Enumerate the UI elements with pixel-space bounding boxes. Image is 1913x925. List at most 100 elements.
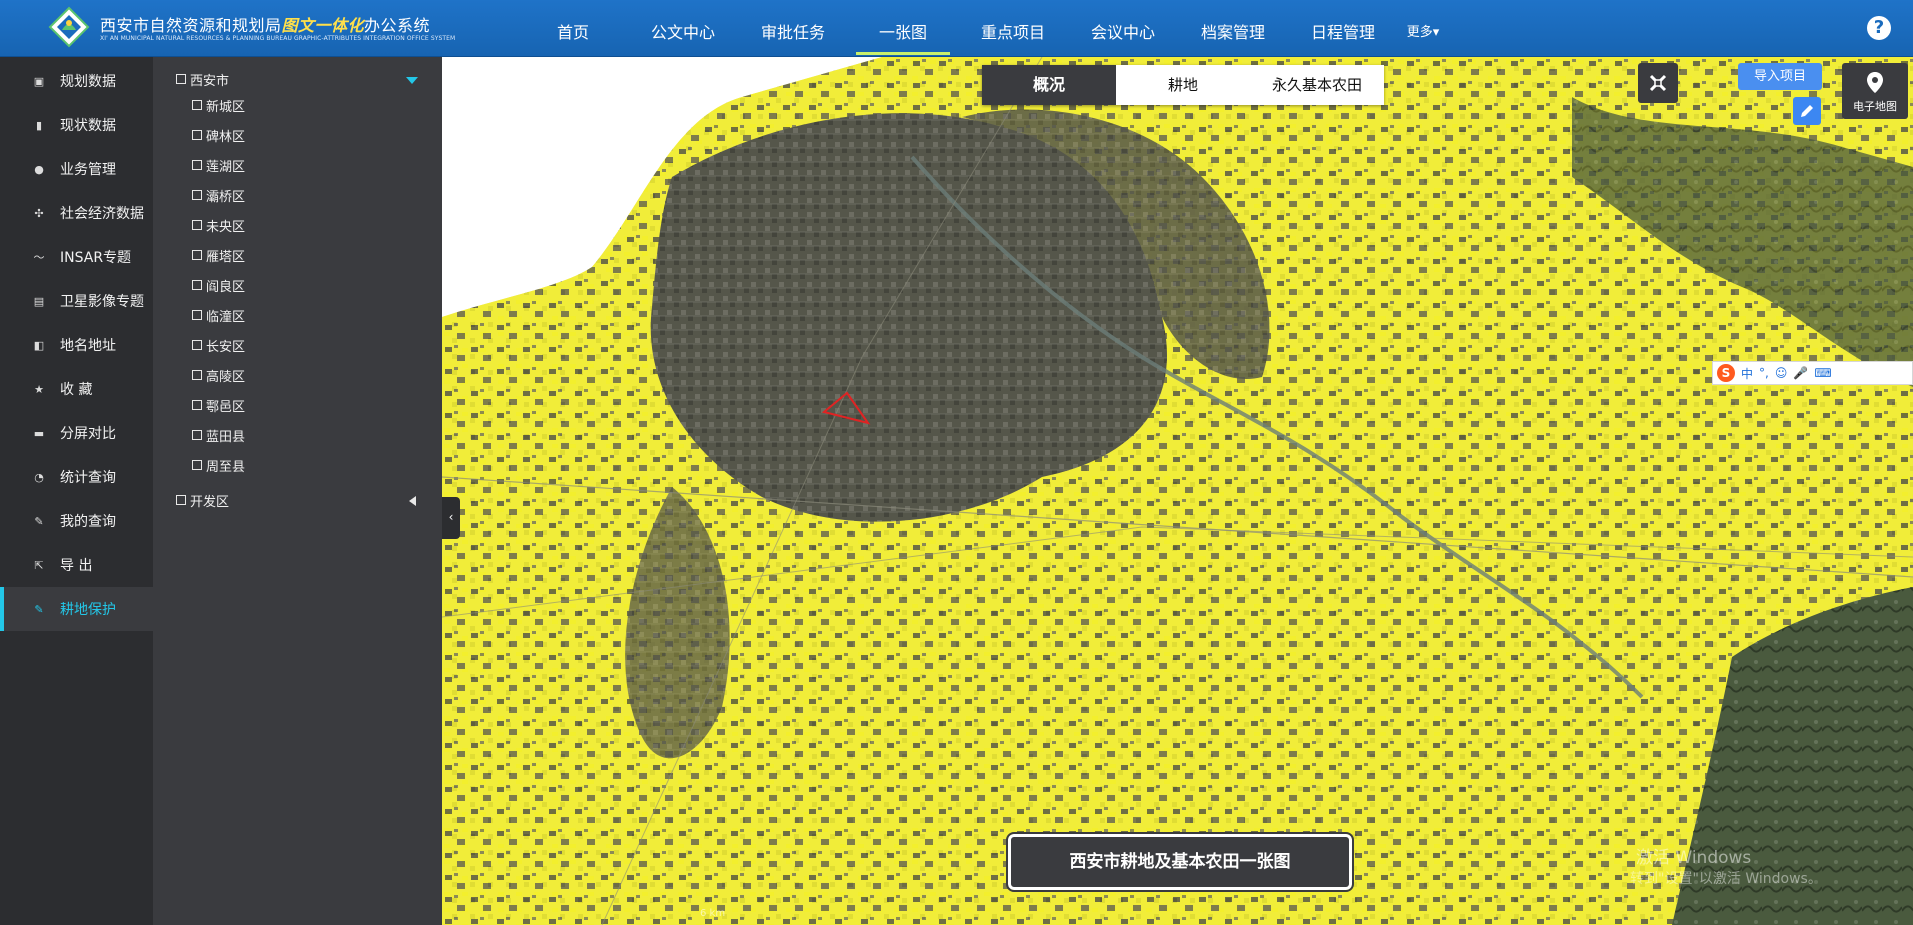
tree-checkbox[interactable] (192, 130, 202, 140)
import-project-button[interactable]: 导入项目 (1738, 63, 1822, 90)
tab-farmland[interactable]: 耕地 (1116, 65, 1250, 105)
ime-item[interactable]: 🎤 (1793, 366, 1808, 380)
ime-item[interactable]: °, (1759, 366, 1769, 380)
map-canvas[interactable] (442, 57, 1913, 925)
tree-checkbox[interactable] (192, 160, 202, 170)
tree-checkbox[interactable] (192, 280, 202, 290)
menu-item-satellite[interactable]: ▤ 卫星影像专题 (0, 279, 153, 323)
tree-node-district[interactable]: 蓝田县 (192, 423, 245, 447)
tree-node-district[interactable]: 长安区 (192, 333, 245, 357)
tree-checkbox[interactable] (192, 100, 202, 110)
tree-checkbox[interactable] (192, 310, 202, 320)
menu-item-export[interactable]: ⇱ 导 出 (0, 543, 153, 587)
nav-documents[interactable]: 公文中心 (628, 0, 738, 57)
expand-arrow-icon[interactable] (406, 77, 418, 84)
panel-collapse-button[interactable]: ‹ (442, 497, 460, 539)
menu-item-status-data[interactable]: ▮ 现状数据 (0, 103, 153, 147)
menu-item-favorites[interactable]: ★ 收 藏 (0, 367, 153, 411)
title-highlight: 图文一体化 (281, 16, 365, 35)
ime-item[interactable]: ⌨ (1814, 366, 1831, 380)
tree-label: 鄠邑区 (206, 399, 246, 415)
ime-toolbar[interactable]: S 中 °, ☺ 🎤 ⌨ (1712, 361, 1913, 385)
tab-permanent-farmland[interactable]: 永久基本农田 (1250, 65, 1384, 105)
tree-label: 长安区 (206, 339, 246, 355)
tree-node-xian[interactable]: 西安市 (176, 67, 229, 91)
tree-node-district[interactable]: 莲湖区 (192, 153, 245, 177)
tree-checkbox[interactable] (192, 340, 202, 350)
menu-label: 卫星影像专题 (60, 294, 144, 310)
menu-item-statistics[interactable]: ◔ 统计查询 (0, 455, 153, 499)
tree-node-district[interactable]: 未央区 (192, 213, 245, 237)
split-screen-icon: ▬ (33, 426, 45, 440)
district-tree: 西安市 新城区 碑林区 莲湖区 灞桥区 未央区 雁塔区 阎良区 临潼区 长安区 … (153, 57, 442, 925)
tree-checkbox[interactable] (192, 220, 202, 230)
nav-schedule[interactable]: 日程管理 (1288, 0, 1398, 57)
tree-node-district[interactable]: 碑林区 (192, 123, 245, 147)
app-root: 西安市自然资源和规划局图文一体化办公系统 XI' AN MUNICIPAL NA… (0, 0, 1913, 925)
tree-checkbox[interactable] (192, 370, 202, 380)
tree-label: 周至县 (206, 459, 246, 475)
basemap-toggle-button[interactable]: 电子地图 (1842, 63, 1908, 119)
menu-item-business[interactable]: ● 业务管理 (0, 147, 153, 191)
tree-checkbox[interactable] (192, 460, 202, 470)
title-prefix: 西安市自然资源和规划局 (100, 16, 282, 35)
bar-chart-icon: ▮ (35, 118, 43, 132)
pie-chart-icon: ◔ (34, 470, 44, 484)
menu-item-split-compare[interactable]: ▬ 分屏对比 (0, 411, 153, 455)
nav-archives[interactable]: 档案管理 (1178, 0, 1288, 57)
left-menu: ▣ 规划数据 ▮ 现状数据 ● 业务管理 ✣ 社会经济数据 〜 INSAR专题 … (0, 57, 153, 925)
tree-checkbox[interactable] (192, 250, 202, 260)
tree-label: 莲湖区 (206, 159, 246, 175)
tree-label: 阎良区 (206, 279, 246, 295)
windows-activation-hint: 转到"设置"以激活 Windows。 (1630, 871, 1822, 887)
tree-checkbox[interactable] (192, 190, 202, 200)
menu-label: 地名地址 (60, 338, 116, 354)
tree-node-district[interactable]: 鄠邑区 (192, 393, 245, 417)
menu-label: 业务管理 (60, 162, 116, 178)
tree-node-district[interactable]: 周至县 (192, 453, 245, 477)
menu-item-farmland-protection[interactable]: ✎ 耕地保护 (0, 587, 153, 631)
menu-label: 导 出 (60, 558, 93, 574)
tree-checkbox[interactable] (192, 430, 202, 440)
help-button[interactable]: ? (1867, 16, 1891, 40)
menu-item-insar[interactable]: 〜 INSAR专题 (0, 235, 153, 279)
bureau-logo (48, 6, 90, 48)
menu-label: 分屏对比 (60, 426, 116, 442)
menu-item-planning-data[interactable]: ▣ 规划数据 (0, 59, 153, 103)
nav-one-map[interactable]: 一张图 (848, 0, 958, 57)
nav-more-label: 更多 (1406, 25, 1433, 40)
nav-approvals[interactable]: 审批任务 (738, 0, 848, 57)
nav-more-dropdown[interactable]: 更多▾ (1398, 0, 1448, 57)
map-scale: 6 km (700, 908, 726, 919)
layers-icon: ▣ (33, 74, 45, 88)
collapse-arrow-icon[interactable] (409, 496, 416, 506)
tree-label: 未央区 (206, 219, 246, 235)
tree-node-district[interactable]: 灞桥区 (192, 183, 245, 207)
tree-checkbox[interactable] (192, 400, 202, 410)
menu-item-my-query[interactable]: ✎ 我的查询 (0, 499, 153, 543)
map-tool-button[interactable] (1638, 63, 1678, 103)
nav-key-projects[interactable]: 重点项目 (958, 0, 1068, 57)
tree-checkbox[interactable] (176, 495, 186, 505)
menu-label: 收 藏 (60, 382, 93, 398)
tree-label: 碑林区 (206, 129, 246, 145)
menu-item-place-names[interactable]: ◧ 地名地址 (0, 323, 153, 367)
nav-home[interactable]: 首页 (518, 0, 628, 57)
tree-node-district[interactable]: 新城区 (192, 93, 245, 117)
menu-item-socioeconomic[interactable]: ✣ 社会经济数据 (0, 191, 153, 235)
map-tabs: 概况 耕地 永久基本农田 (982, 65, 1384, 105)
pencil-icon (1801, 105, 1813, 117)
ime-item[interactable]: 中 (1741, 365, 1753, 382)
ime-item[interactable]: ☺ (1775, 366, 1788, 380)
tree-label: 西安市 (190, 73, 230, 89)
tab-overview[interactable]: 概况 (982, 65, 1116, 105)
tree-node-development-zones[interactable]: 开发区 (176, 488, 229, 512)
tree-node-district[interactable]: 阎良区 (192, 273, 245, 297)
star-icon: ★ (34, 382, 44, 396)
nav-meetings[interactable]: 会议中心 (1068, 0, 1178, 57)
tree-node-district[interactable]: 临潼区 (192, 303, 245, 327)
edit-button[interactable] (1793, 97, 1821, 125)
tree-node-district[interactable]: 雁塔区 (192, 243, 245, 267)
tree-node-district[interactable]: 高陵区 (192, 363, 245, 387)
tree-checkbox[interactable] (176, 74, 186, 84)
